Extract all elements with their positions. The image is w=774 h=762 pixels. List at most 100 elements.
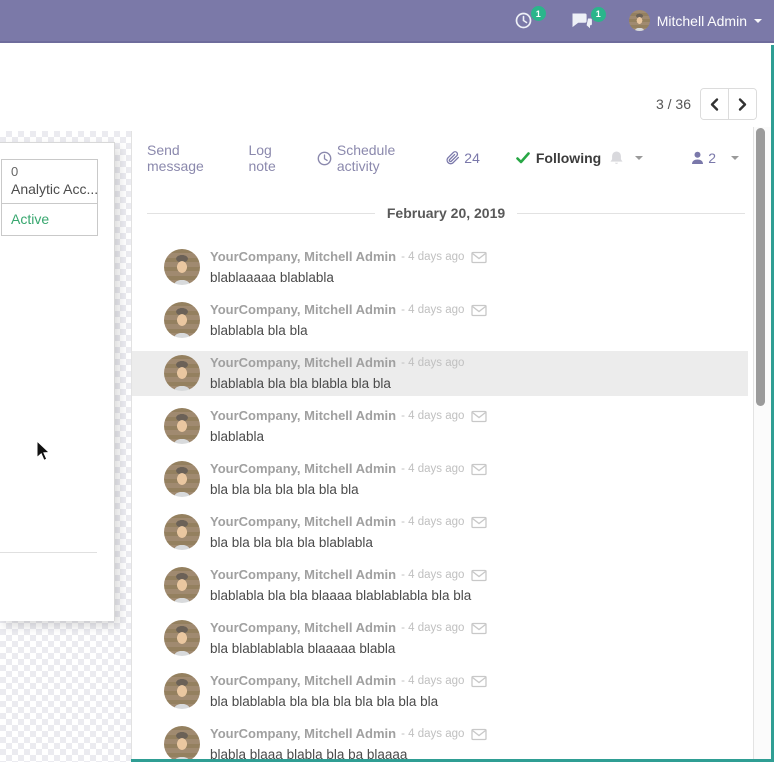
schedule-activity-button[interactable]: Schedule activity bbox=[317, 142, 423, 174]
pager-previous-button[interactable] bbox=[701, 89, 728, 119]
envelope-icon[interactable] bbox=[471, 569, 487, 582]
form-panel: 0 Analytic Acc... Active bbox=[0, 142, 115, 621]
message-body: blablaaaaa blablabla bbox=[210, 269, 487, 286]
message-author[interactable]: YourCompany, Mitchell Admin bbox=[210, 408, 396, 424]
separator-line bbox=[147, 213, 375, 214]
message-author[interactable]: YourCompany, Mitchell Admin bbox=[210, 302, 396, 318]
followers-button[interactable]: 2 bbox=[691, 150, 739, 166]
pager-next-button[interactable] bbox=[728, 89, 756, 119]
chatter-toolbar: Send message Log note Schedule activity … bbox=[147, 145, 745, 171]
log-note-button[interactable]: Log note bbox=[248, 142, 294, 174]
analytic-account-stat-button[interactable]: 0 Analytic Acc... bbox=[2, 160, 97, 203]
user-menu[interactable]: Mitchell Admin bbox=[629, 10, 762, 31]
envelope-icon[interactable] bbox=[471, 675, 487, 688]
message-author[interactable]: YourCompany, Mitchell Admin bbox=[210, 673, 396, 689]
message-content: YourCompany, Mitchell Admin - 4 days ago… bbox=[210, 567, 487, 604]
message-author[interactable]: YourCompany, Mitchell Admin bbox=[210, 620, 396, 636]
message-row[interactable]: YourCompany, Mitchell Admin - 4 days ago… bbox=[132, 722, 748, 762]
message-body: bla blablablabla blaaaaa blabla bbox=[210, 640, 487, 657]
date-separator-label: February 20, 2019 bbox=[375, 205, 517, 221]
message-list: YourCompany, Mitchell Admin - 4 days ago… bbox=[147, 245, 745, 762]
message-timestamp: - 4 days ago bbox=[401, 726, 464, 742]
envelope-icon[interactable] bbox=[471, 304, 487, 317]
chatter: Send message Log note Schedule activity … bbox=[131, 131, 753, 762]
send-message-button[interactable]: Send message bbox=[147, 142, 226, 174]
chevron-left-icon bbox=[709, 97, 720, 112]
message-content: YourCompany, Mitchell Admin - 4 days ago… bbox=[210, 355, 464, 392]
envelope-icon[interactable] bbox=[471, 463, 487, 476]
user-name: Mitchell Admin bbox=[657, 13, 747, 29]
attachments-button[interactable]: 24 bbox=[445, 150, 480, 166]
active-stat-button[interactable]: Active bbox=[2, 203, 97, 235]
log-note-label: Log note bbox=[248, 142, 294, 174]
scrollbar-thumb[interactable] bbox=[756, 128, 765, 406]
message-author[interactable]: YourCompany, Mitchell Admin bbox=[210, 355, 396, 371]
message-author[interactable]: YourCompany, Mitchell Admin bbox=[210, 514, 396, 530]
message-content: YourCompany, Mitchell Admin - 4 days ago… bbox=[210, 726, 487, 762]
message-content: YourCompany, Mitchell Admin - 4 days ago… bbox=[210, 302, 487, 339]
chevron-down-icon bbox=[731, 156, 739, 160]
envelope-icon[interactable] bbox=[471, 251, 487, 264]
clock-icon bbox=[317, 151, 332, 166]
send-message-label: Send message bbox=[147, 142, 226, 174]
stat-value: 0 bbox=[11, 164, 97, 180]
pager-value: 3 / 36 bbox=[656, 96, 691, 112]
panel-divider bbox=[0, 552, 97, 553]
following-label: Following bbox=[536, 150, 601, 166]
message-body: blablabla bla bla blaaaa blablablabla bl… bbox=[210, 587, 487, 604]
message-timestamp: - 4 days ago bbox=[401, 408, 464, 424]
avatar bbox=[164, 249, 200, 285]
separator-line bbox=[517, 213, 745, 214]
message-row-highlighted[interactable]: YourCompany, Mitchell Admin - 4 days ago… bbox=[132, 351, 748, 396]
message-author[interactable]: YourCompany, Mitchell Admin bbox=[210, 567, 396, 583]
message-timestamp: - 4 days ago bbox=[401, 514, 464, 530]
message-body: bla blablabla bla bla bla bla bla bla bl… bbox=[210, 693, 487, 710]
avatar bbox=[164, 514, 200, 550]
message-row[interactable]: YourCompany, Mitchell Admin - 4 days ago… bbox=[132, 457, 748, 502]
message-row[interactable]: YourCompany, Mitchell Admin - 4 days ago… bbox=[132, 404, 748, 449]
date-separator: February 20, 2019 bbox=[147, 205, 745, 221]
message-body: bla bla bla bla bla bla bla bbox=[210, 481, 487, 498]
message-row[interactable]: YourCompany, Mitchell Admin - 4 days ago… bbox=[132, 563, 748, 608]
pager-buttons bbox=[700, 88, 757, 120]
envelope-icon[interactable] bbox=[471, 728, 487, 741]
envelope-icon[interactable] bbox=[471, 410, 487, 423]
envelope-icon[interactable] bbox=[471, 622, 487, 635]
message-content: YourCompany, Mitchell Admin - 4 days ago… bbox=[210, 673, 487, 710]
chevron-down-icon bbox=[635, 156, 643, 160]
message-content: YourCompany, Mitchell Admin - 4 days ago… bbox=[210, 461, 487, 498]
activity-menu[interactable]: 1 bbox=[514, 11, 533, 30]
message-row[interactable]: YourCompany, Mitchell Admin - 4 days ago… bbox=[132, 510, 748, 555]
attachment-count: 24 bbox=[464, 150, 480, 166]
avatar bbox=[164, 302, 200, 338]
avatar bbox=[164, 567, 200, 603]
message-timestamp: - 4 days ago bbox=[401, 567, 464, 583]
schedule-activity-label: Schedule activity bbox=[337, 142, 423, 174]
messages-menu[interactable]: 1 bbox=[571, 12, 593, 30]
following-button[interactable]: Following bbox=[516, 150, 643, 166]
check-icon bbox=[516, 152, 530, 164]
message-author[interactable]: YourCompany, Mitchell Admin bbox=[210, 461, 396, 477]
messages-badge: 1 bbox=[591, 7, 606, 22]
person-icon bbox=[691, 151, 704, 165]
vertical-scrollbar[interactable] bbox=[753, 127, 771, 762]
envelope-icon[interactable] bbox=[471, 516, 487, 529]
avatar bbox=[164, 355, 200, 391]
message-body: blablabla bla bla bbox=[210, 322, 487, 339]
message-row[interactable]: YourCompany, Mitchell Admin - 4 days ago… bbox=[132, 245, 748, 290]
message-timestamp: - 4 days ago bbox=[401, 461, 464, 477]
avatar bbox=[164, 461, 200, 497]
message-row[interactable]: YourCompany, Mitchell Admin - 4 days ago… bbox=[132, 669, 748, 714]
pager: 3 / 36 bbox=[656, 88, 757, 120]
message-content: YourCompany, Mitchell Admin - 4 days ago… bbox=[210, 408, 487, 445]
message-content: YourCompany, Mitchell Admin - 4 days ago… bbox=[210, 514, 487, 551]
avatar bbox=[164, 408, 200, 444]
active-label: Active bbox=[11, 208, 97, 230]
message-row[interactable]: YourCompany, Mitchell Admin - 4 days ago… bbox=[132, 298, 748, 343]
follower-count: 2 bbox=[708, 150, 716, 166]
message-author[interactable]: YourCompany, Mitchell Admin bbox=[210, 726, 396, 742]
message-author[interactable]: YourCompany, Mitchell Admin bbox=[210, 249, 396, 265]
activity-badge: 1 bbox=[531, 6, 546, 21]
stat-label: Analytic Acc... bbox=[11, 180, 97, 198]
message-row[interactable]: YourCompany, Mitchell Admin - 4 days ago… bbox=[132, 616, 748, 661]
